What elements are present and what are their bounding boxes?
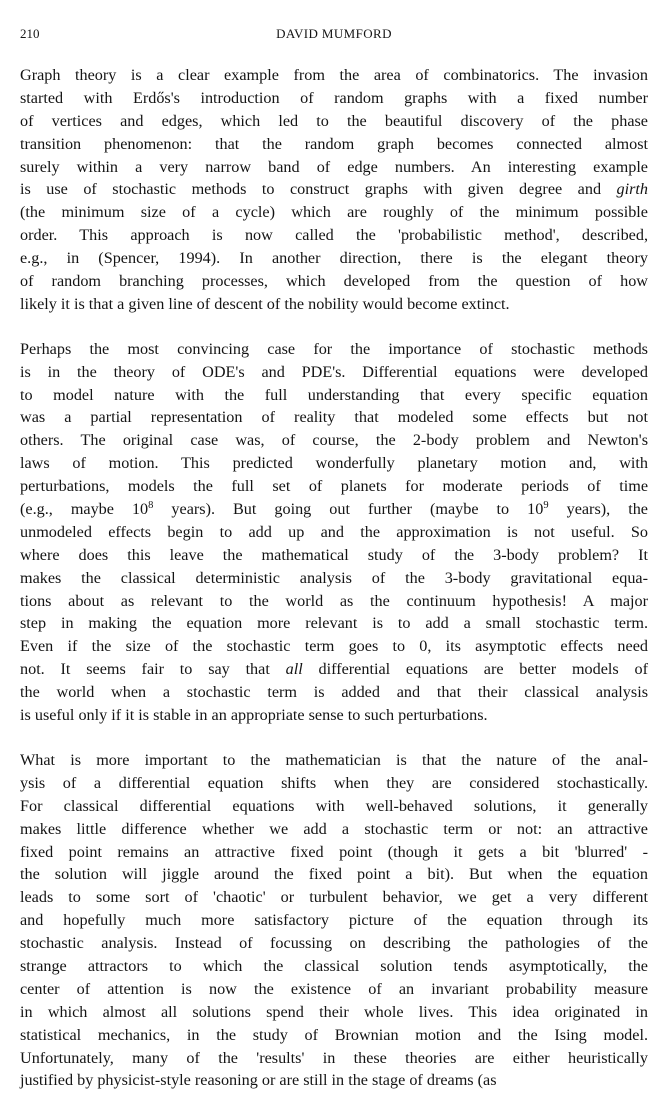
text-line: ysis of a differential equation shifts w… <box>20 772 648 795</box>
text-run: in which almost all solutions spend thei… <box>20 1002 648 1021</box>
text-line: Even if the size of the stochastic term … <box>20 635 648 658</box>
text-line: where does this leave the mathematical s… <box>20 544 648 567</box>
text-run: started with Erdős's introduction of ran… <box>20 88 648 107</box>
text-run: is useful only if it is stable in an app… <box>20 706 488 725</box>
text-run: Unfortunately, many of the 'results' in … <box>20 1048 648 1067</box>
text-line: laws of motion. This predicted wonderful… <box>20 452 648 475</box>
text-run: order. This approach is now called the '… <box>20 226 648 245</box>
text-line: the solution will jiggle around the fixe… <box>20 863 648 886</box>
text-line: not. It seems fair to say that all diffe… <box>20 658 648 681</box>
text-run: Even if the size of the stochastic term … <box>20 637 648 656</box>
text-run: ysis of a differential equation shifts w… <box>20 773 648 792</box>
text-line: is useful only if it is stable in an app… <box>20 704 648 727</box>
text-line: What is more important to the mathematic… <box>20 749 648 772</box>
text-run: and hopefully much more satisfactory pic… <box>20 911 648 930</box>
text-run: not. It seems fair to say that <box>20 660 286 679</box>
text-line: (e.g., maybe 108 years). But going out f… <box>20 498 648 521</box>
text-line: and hopefully much more satisfactory pic… <box>20 909 648 932</box>
text-run: center of attention is now the existence… <box>20 979 648 998</box>
text-run: is in the theory of ODE's and PDE's. Dif… <box>20 362 648 381</box>
text-run: transition phenomenon: that the random g… <box>20 134 648 153</box>
text-line: step in making the equation more relevan… <box>20 612 648 635</box>
paragraph: What is more important to the mathematic… <box>20 749 648 1092</box>
text-run: e.g., in (Spencer, 1994). In another dir… <box>20 249 648 268</box>
running-title: DAVID MUMFORD <box>276 26 392 41</box>
text-run: makes little difference whether we add a… <box>20 819 648 838</box>
emphasis: girth <box>616 180 648 199</box>
text-line: center of attention is now the existence… <box>20 978 648 1001</box>
text-line: For classical differential equations wit… <box>20 795 648 818</box>
text-run: of vertices and edges, which led to the … <box>20 111 648 130</box>
text-run: (e.g., maybe 10 <box>20 500 149 519</box>
text-run: likely it is that a given line of descen… <box>20 294 510 313</box>
text-line: makes little difference whether we add a… <box>20 818 648 841</box>
text-run: differential equations are better models… <box>302 660 648 679</box>
text-run: years), the <box>548 500 648 519</box>
text-run: to model nature with the full understand… <box>20 385 648 404</box>
text-run: surely within a very narrow band of edge… <box>20 157 648 176</box>
text-line: of random branching processes, which dev… <box>20 270 648 293</box>
emphasis: all <box>285 660 303 679</box>
text-run: the solution will jiggle around the fixe… <box>20 865 648 884</box>
text-line: e.g., in (Spencer, 1994). In another dir… <box>20 247 648 270</box>
text-line: transition phenomenon: that the random g… <box>20 133 648 156</box>
text-line: Graph theory is a clear example from the… <box>20 64 648 87</box>
running-head: 210 DAVID MUMFORD <box>20 26 648 42</box>
text-run: justified by physicist-style reasoning o… <box>20 1071 497 1090</box>
text-line: makes the classical deterministic analys… <box>20 567 648 590</box>
text-line: in which almost all solutions spend thei… <box>20 1001 648 1024</box>
text-line: is in the theory of ODE's and PDE's. Dif… <box>20 361 648 384</box>
text-run: of random branching processes, which dev… <box>20 272 648 291</box>
text-run: others. The original case was, of course… <box>20 431 648 450</box>
body-text: Graph theory is a clear example from the… <box>20 64 648 1092</box>
text-line: others. The original case was, of course… <box>20 429 648 452</box>
text-line: statistical mechanics, in the study of B… <box>20 1024 648 1047</box>
text-run: step in making the equation more relevan… <box>20 614 648 633</box>
text-line: of vertices and edges, which led to the … <box>20 110 648 133</box>
text-run: years). But going out further (maybe to … <box>153 500 544 519</box>
text-run: stochastic analysis. Instead of focussin… <box>20 934 648 953</box>
text-line: surely within a very narrow band of edge… <box>20 156 648 179</box>
text-line: to model nature with the full understand… <box>20 384 648 407</box>
text-line: unmodeled effects begin to add up and th… <box>20 521 648 544</box>
text-line: order. This approach is now called the '… <box>20 224 648 247</box>
text-run: strange attractors to which the classica… <box>20 956 648 975</box>
text-line: (the minimum size of a cycle) which are … <box>20 201 648 224</box>
paragraph: Graph theory is a clear example from the… <box>20 64 648 316</box>
text-line: Unfortunately, many of the 'results' in … <box>20 1047 648 1070</box>
text-line: stochastic analysis. Instead of focussin… <box>20 932 648 955</box>
text-line: perturbations, models the full set of pl… <box>20 475 648 498</box>
text-run: was a partial representation of reality … <box>20 408 648 427</box>
text-line: leads to some sort of 'chaotic' or turbu… <box>20 886 648 909</box>
text-run: statistical mechanics, in the study of B… <box>20 1025 648 1044</box>
text-run: laws of motion. This predicted wonderful… <box>20 454 648 473</box>
text-run: (the minimum size of a cycle) which are … <box>20 203 648 222</box>
text-run: unmodeled effects begin to add up and th… <box>20 522 648 541</box>
text-run: perturbations, models the full set of pl… <box>20 477 648 496</box>
text-line: likely it is that a given line of descen… <box>20 293 648 316</box>
text-run: Perhaps the most convincing case for the… <box>20 339 648 358</box>
text-line: Perhaps the most convincing case for the… <box>20 338 648 361</box>
text-run: the world when a stochastic term is adde… <box>20 683 648 702</box>
paragraph: Perhaps the most convincing case for the… <box>20 338 648 727</box>
text-run: leads to some sort of 'chaotic' or turbu… <box>20 888 648 907</box>
text-line: fixed point remains an attractive fixed … <box>20 841 648 864</box>
text-run: tions about as relevant to the world as … <box>20 591 648 610</box>
text-line: strange attractors to which the classica… <box>20 955 648 978</box>
text-line: started with Erdős's introduction of ran… <box>20 87 648 110</box>
text-line: justified by physicist-style reasoning o… <box>20 1069 648 1092</box>
text-line: the world when a stochastic term is adde… <box>20 681 648 704</box>
text-run: What is more important to the mathematic… <box>20 750 648 769</box>
book-page: 210 DAVID MUMFORD Graph theory is a clea… <box>0 0 668 1100</box>
text-run: For classical differential equations wit… <box>20 796 648 815</box>
text-run: fixed point remains an attractive fixed … <box>20 842 648 861</box>
text-run: where does this leave the mathematical s… <box>20 545 648 564</box>
text-line: tions about as relevant to the world as … <box>20 590 648 613</box>
text-run: is use of stochastic methods to construc… <box>20 180 617 199</box>
text-line: is use of stochastic methods to construc… <box>20 178 648 201</box>
text-line: was a partial representation of reality … <box>20 406 648 429</box>
text-run: Graph theory is a clear example from the… <box>20 66 648 84</box>
text-run: makes the classical deterministic analys… <box>20 568 648 587</box>
